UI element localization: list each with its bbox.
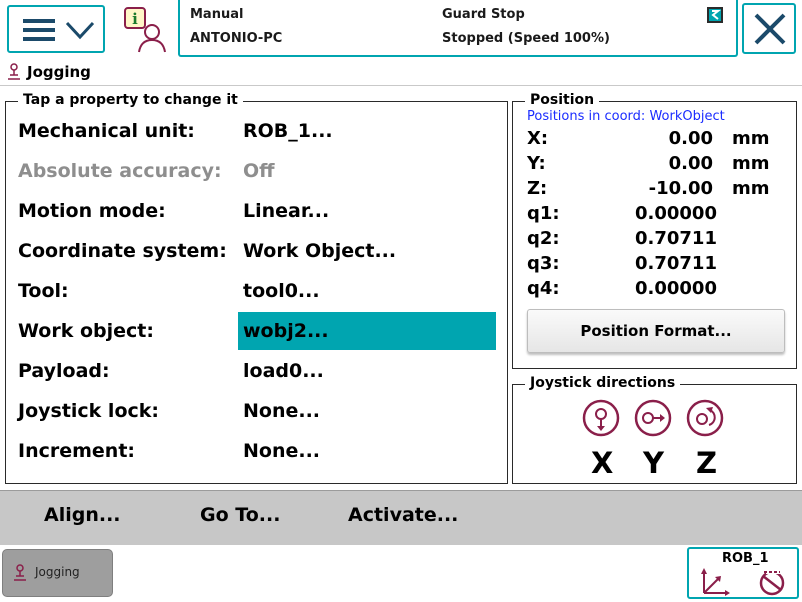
property-label: Motion mode: [18,200,166,222]
property-row-joystick-lock[interactable]: Joystick lock: None... [10,392,498,430]
taskbar-item-label: Jogging [35,565,80,579]
position-label: q1: [527,203,560,224]
position-format-button[interactable]: Position Format... [527,309,785,353]
property-group-label: Tap a property to change it [18,92,243,108]
increment-off-icon [759,570,785,596]
position-x-row: X: 0.00 mm [527,128,777,152]
position-group-label: Position [525,92,600,108]
property-row-mechanical-unit[interactable]: Mechanical unit: ROB_1... [10,112,498,150]
position-label: q4: [527,278,560,299]
position-unit: mm [732,178,770,199]
position-unit: mm [732,128,770,149]
property-row-absolute-accuracy: Absolute accuracy: Off [10,152,498,190]
position-unit: mm [732,153,770,174]
property-label: Mechanical unit: [18,120,195,142]
position-value: 0.00000 [635,278,717,299]
property-row-tool[interactable]: Tool: tool0... [10,272,498,310]
position-y-row: Y: 0.00 mm [527,153,777,177]
close-button[interactable] [742,3,796,54]
taskbar [0,545,802,602]
position-value: -10.00 [648,178,713,199]
position-value: 0.00 [668,128,713,149]
title-bar [0,60,802,86]
status-bar[interactable]: Manual ANTONIO-PC Guard Stop Stopped (Sp… [178,0,738,57]
property-value[interactable]: wobj2... [243,320,329,342]
guard-state: Guard Stop [442,7,525,22]
position-value: 0.70711 [635,253,717,274]
position-q2-row: q2: 0.70711 [527,228,777,252]
event-log-icon[interactable]: i [122,6,170,54]
property-value[interactable]: ROB_1... [243,120,333,142]
coordinate-icon [701,568,730,596]
property-row-coordinate-system[interactable]: Coordinate system: Work Object... [10,232,498,270]
speed-indicator-icon [707,7,723,23]
property-value[interactable]: None... [243,440,320,462]
property-label: Joystick lock: [18,400,159,422]
close-icon [754,13,786,45]
goto-button[interactable]: Go To... [200,504,280,526]
position-q4-row: q4: 0.00000 [527,278,777,302]
jogging-icon [8,63,20,80]
axis-label-y: Y [643,446,664,480]
joystick-group-label: Joystick directions [525,375,681,391]
position-value: 0.00000 [635,203,717,224]
property-label: Payload: [18,360,110,382]
controller-name: ANTONIO-PC [190,31,283,46]
property-row-work-object[interactable]: Work object: wobj2... [10,312,498,350]
run-state: Stopped (Speed 100%) [442,31,610,46]
position-value: 0.00 [668,153,713,174]
svg-text:i: i [132,10,138,28]
property-value[interactable]: load0... [243,360,324,382]
property-label: Increment: [18,440,136,462]
position-q3-row: q3: 0.70711 [527,253,777,277]
operating-mode: Manual [190,7,244,22]
chevron-down-icon [65,21,95,40]
joystick-x-icon [582,399,620,437]
property-label: Coordinate system: [18,240,227,262]
joystick-z-icon [686,399,724,437]
main-menu-button[interactable] [7,5,105,53]
property-row-motion-mode[interactable]: Motion mode: Linear... [10,192,498,230]
activate-button[interactable]: Activate... [348,504,458,526]
property-value[interactable]: tool0... [243,280,320,302]
property-label: Tool: [18,280,69,302]
position-label: q2: [527,228,560,249]
property-value[interactable]: Linear... [243,200,329,222]
property-value: Off [243,160,275,182]
property-value[interactable]: Work Object... [243,240,396,262]
joystick-y-icon [634,399,672,437]
axis-label-z: Z [696,446,718,480]
position-z-row: Z: -10.00 mm [527,178,777,202]
property-label: Work object: [18,320,154,342]
position-label: Z: [527,178,548,199]
property-row-payload[interactable]: Payload: load0... [10,352,498,390]
property-row-increment[interactable]: Increment: None... [10,432,498,470]
property-label: Absolute accuracy: [18,160,222,182]
axis-label-x: X [591,446,614,480]
page-title: Jogging [27,63,91,81]
position-value: 0.70711 [635,228,717,249]
position-label: X: [527,128,549,149]
quickset-unit-label: ROB_1 [722,551,769,566]
menu-icon [23,19,55,41]
position-q1-row: q1: 0.00000 [527,203,777,227]
property-value[interactable]: None... [243,400,320,422]
coord-caption: Positions in coord: WorkObject [527,109,725,124]
jogging-icon [14,564,26,581]
position-label: q3: [527,253,560,274]
align-button[interactable]: Align... [44,504,121,526]
position-label: Y: [527,153,546,174]
